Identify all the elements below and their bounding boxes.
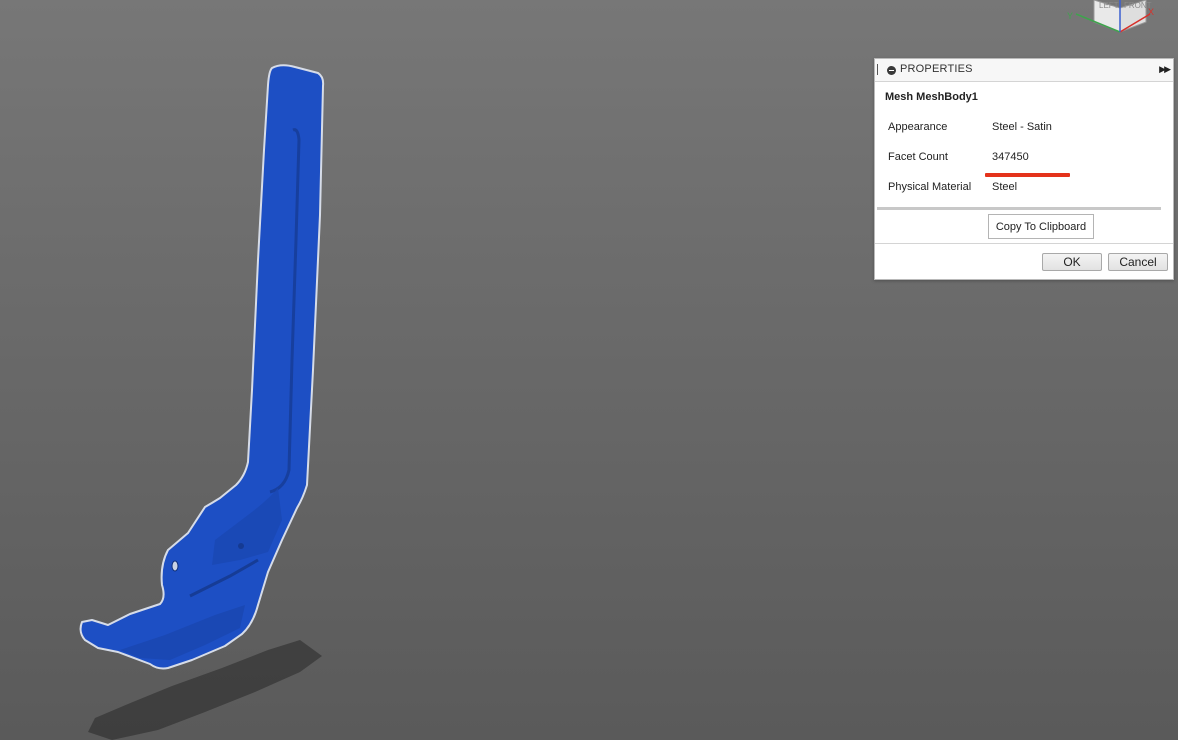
x-axis-label: X	[1148, 7, 1154, 17]
drag-grip-icon[interactable]	[877, 64, 880, 75]
cancel-button[interactable]: Cancel	[1108, 253, 1168, 271]
footer-divider	[875, 243, 1173, 244]
ok-button[interactable]: OK	[1042, 253, 1102, 271]
bracket-hole	[171, 560, 179, 572]
copy-to-clipboard-button[interactable]: Copy To Clipboard	[988, 214, 1094, 239]
y-axis-label: Y	[1067, 11, 1073, 21]
viewcube[interactable]: LEFT FRONT X Y	[1062, 0, 1178, 42]
facet-count-label: Facet Count	[888, 151, 948, 163]
panel-title: PROPERTIES	[900, 63, 973, 75]
facet-count-highlight-underline	[985, 173, 1070, 177]
appearance-value: Steel - Satin	[992, 121, 1052, 133]
bracket-hole-small	[238, 543, 244, 549]
panel-header[interactable]: PROPERTIES ▶▶	[875, 59, 1173, 82]
viewcube-left-label: LEFT	[1099, 1, 1119, 10]
canvas-viewport[interactable]: LEFT FRONT X Y PROPERTIES ▶▶ Mesh MeshBo…	[0, 0, 1178, 740]
section-divider	[877, 207, 1161, 210]
appearance-label: Appearance	[888, 121, 948, 133]
minus-circle-icon[interactable]	[887, 66, 896, 75]
body-name: Mesh MeshBody1	[885, 91, 978, 103]
physical-material-value: Steel	[992, 181, 1018, 193]
facet-count-value: 347450	[992, 151, 1029, 163]
mesh-body-bracket[interactable]	[79, 64, 325, 670]
double-chevron-right-icon[interactable]: ▶▶	[1159, 64, 1171, 75]
physical-material-label: Physical Material	[888, 181, 972, 193]
properties-panel: PROPERTIES ▶▶ Mesh MeshBody1 Appearance …	[874, 58, 1174, 280]
